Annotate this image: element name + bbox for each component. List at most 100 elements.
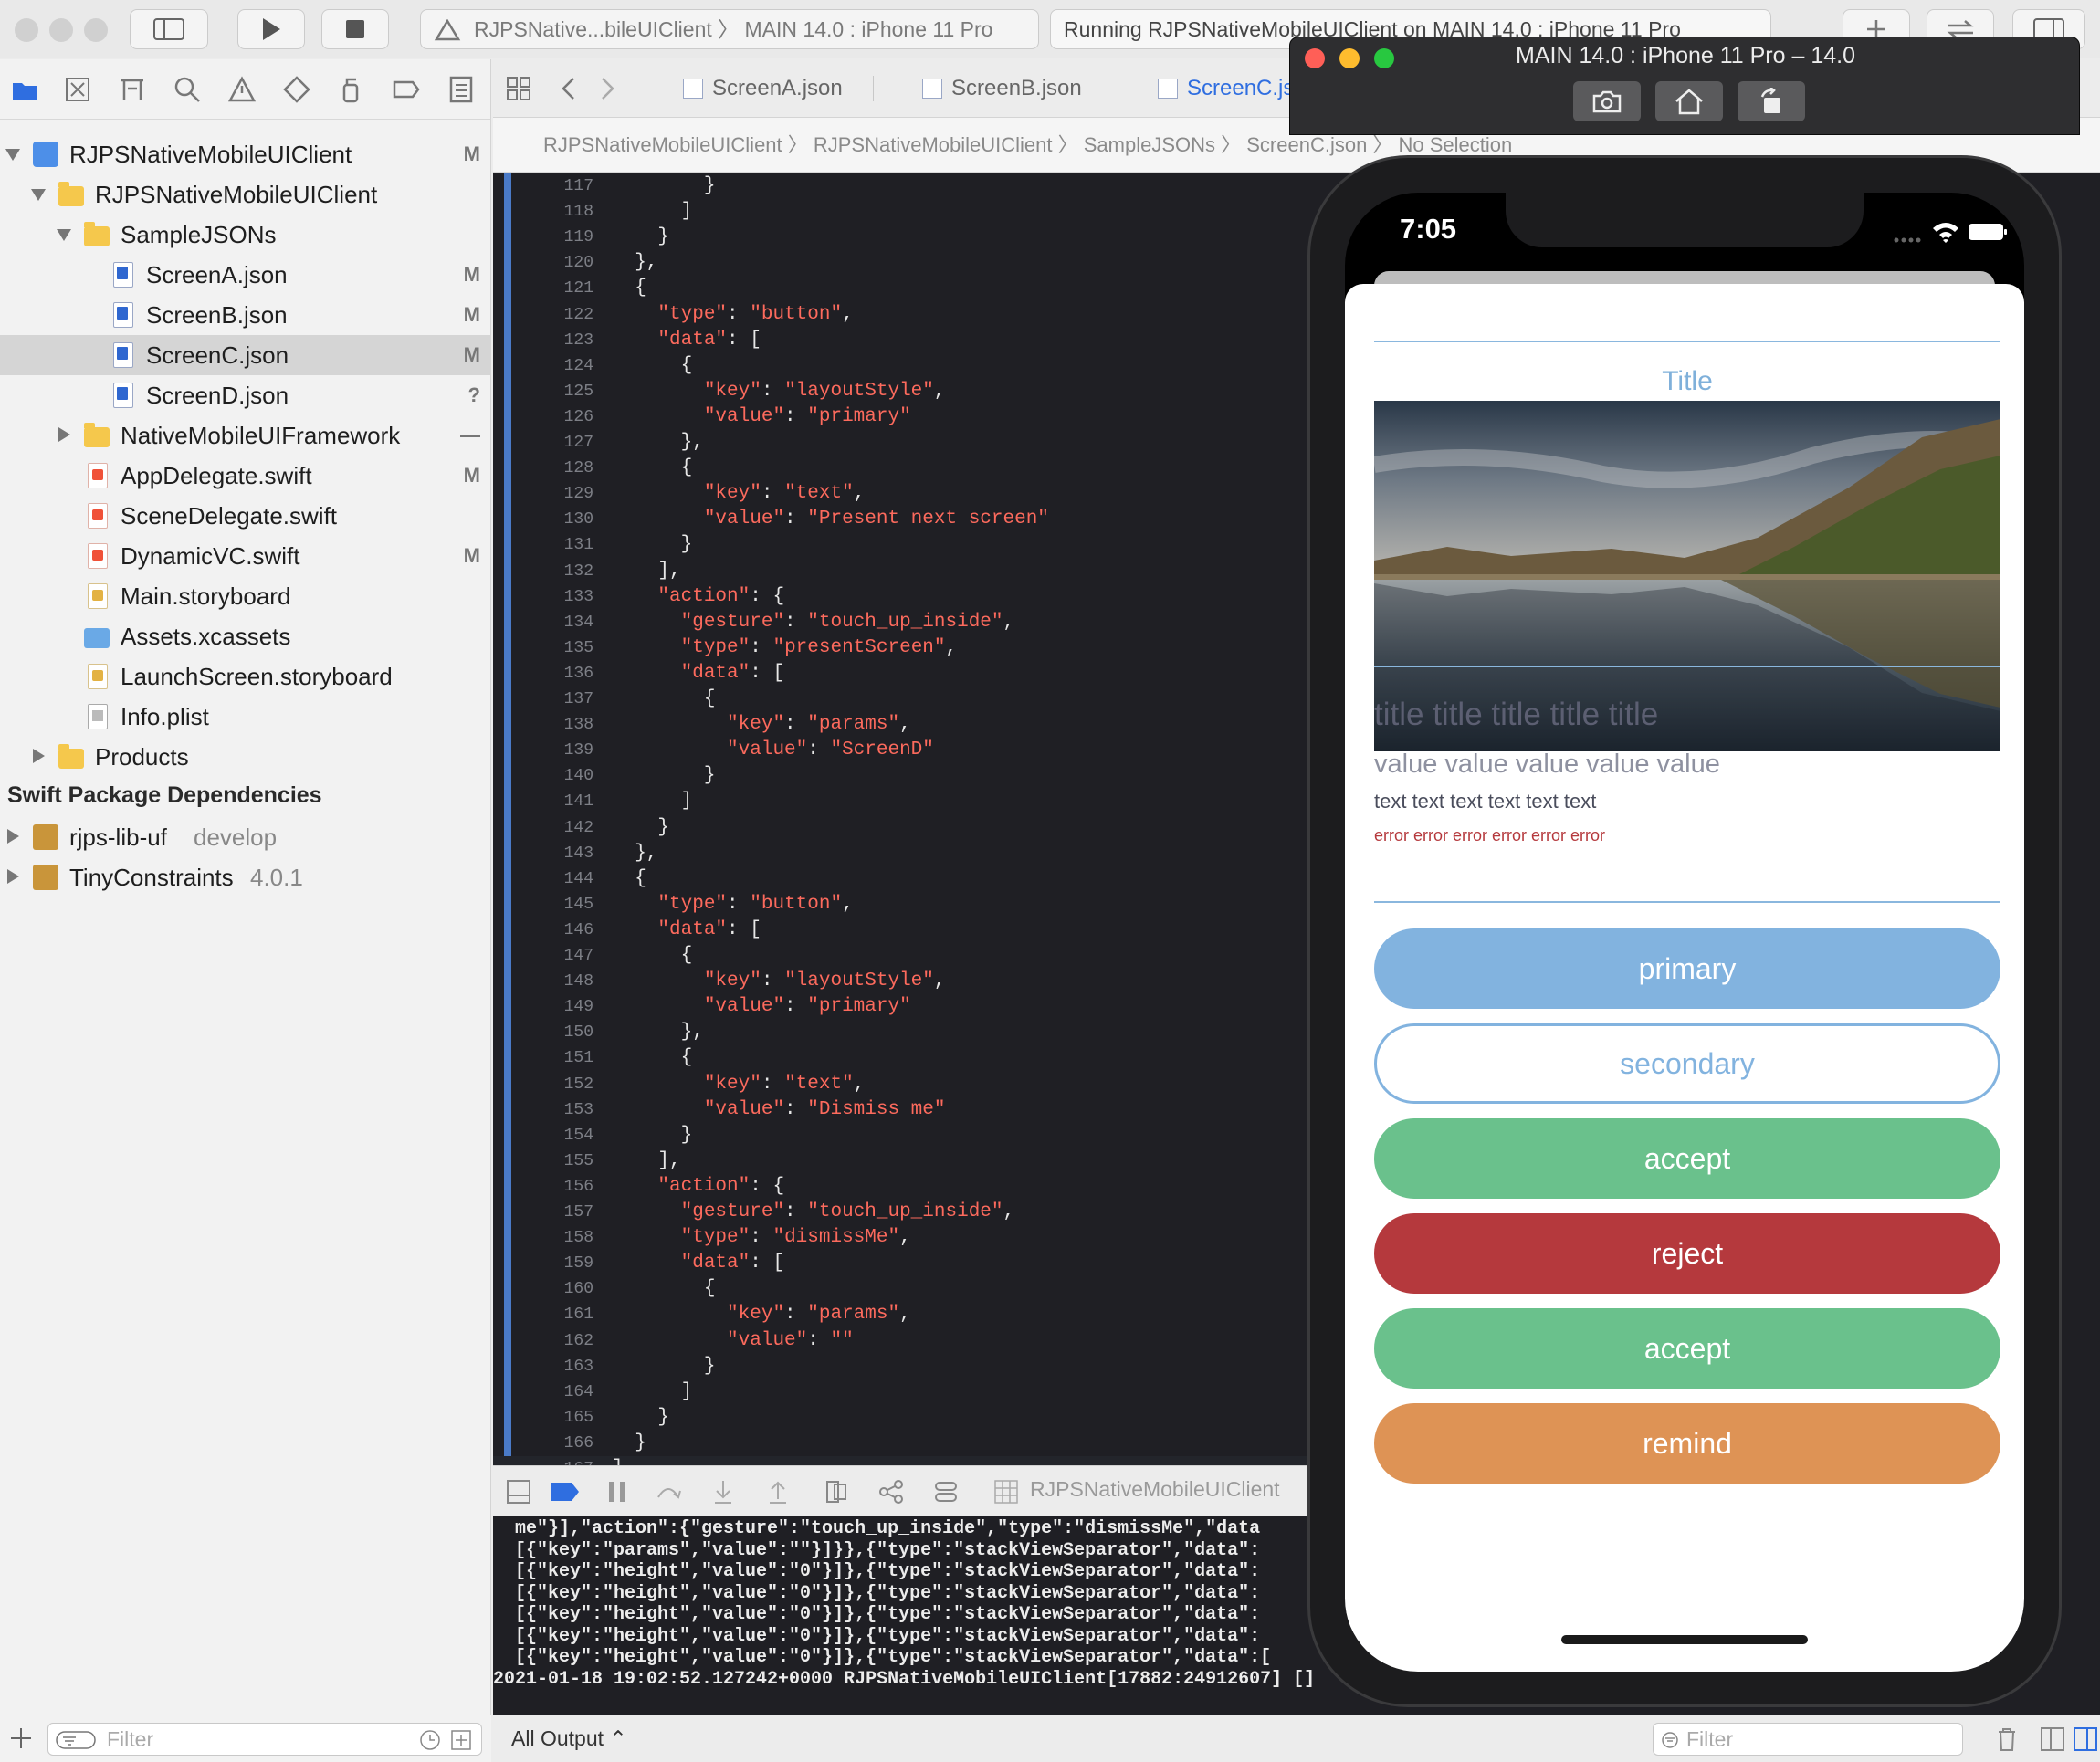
- tree-item-group[interactable]: RJPSNativeMobileUIClient: [0, 174, 491, 215]
- tree-item-screenc[interactable]: ScreenC.json M: [0, 335, 491, 375]
- tab-screenb[interactable]: ScreenB.json: [915, 70, 1082, 107]
- test-diamond-icon[interactable]: [283, 76, 310, 103]
- screenshot-button[interactable]: [1573, 81, 1641, 121]
- breakpoints-toggle-icon[interactable]: [550, 1479, 581, 1505]
- disclosure-open-icon[interactable]: [5, 149, 20, 161]
- line-number: 152: [563, 1075, 593, 1094]
- chevron-right-icon[interactable]: [599, 76, 617, 101]
- search-icon[interactable]: [173, 76, 201, 103]
- tree-item-assets[interactable]: Assets.xcassets: [0, 616, 491, 656]
- disclosure-open-icon[interactable]: [31, 189, 46, 201]
- presented-screen[interactable]: Title title title title title title valu…: [1345, 284, 2024, 1672]
- code-text: "value": "primary": [703, 405, 911, 427]
- tab-screena[interactable]: ScreenA.json: [676, 70, 843, 107]
- navigator-filter-field[interactable]: Filter: [47, 1723, 482, 1756]
- remind-button[interactable]: remind: [1374, 1403, 2000, 1484]
- tree-item-screena[interactable]: ScreenA.json M: [0, 255, 491, 295]
- toggle-navigator-button[interactable]: [130, 9, 208, 49]
- package-version: 4.0.1: [250, 864, 303, 891]
- zoom-window-button[interactable]: [84, 18, 108, 42]
- memory-graph-icon[interactable]: [878, 1479, 904, 1505]
- symbol-icon[interactable]: [119, 76, 146, 103]
- tree-item-products[interactable]: Products: [0, 737, 491, 777]
- code-text: ]: [612, 1380, 693, 1402]
- console-filter-field[interactable]: Filter: [1653, 1723, 1963, 1756]
- tree-item-screenb[interactable]: ScreenB.json M: [0, 295, 491, 335]
- disclosure-closed-icon[interactable]: [7, 869, 19, 884]
- console-line: [{"key":"height","value":"0"}]},{"type":…: [493, 1625, 1261, 1647]
- warning-icon[interactable]: [228, 76, 256, 103]
- line-number: 117: [563, 177, 593, 195]
- code-text: }: [612, 1432, 646, 1453]
- tree-item-project[interactable]: RJPSNativeMobileUIClient M: [0, 134, 491, 174]
- accept-button[interactable]: accept: [1374, 1118, 2000, 1199]
- code-text: "value": "primary": [703, 996, 911, 1018]
- swift-file-icon: [88, 503, 108, 529]
- value-label: value value value value value: [1374, 750, 1720, 779]
- reject-button[interactable]: reject: [1374, 1213, 2000, 1294]
- disclosure-closed-icon[interactable]: [7, 829, 19, 844]
- environment-overrides-icon[interactable]: [933, 1479, 959, 1505]
- output-selector[interactable]: All Output ⌃: [511, 1726, 627, 1751]
- tree-item-label: ScreenA.json: [146, 261, 288, 288]
- package-item[interactable]: TinyConstraints 4.0.1: [0, 857, 491, 897]
- accept-button[interactable]: accept: [1374, 1308, 2000, 1389]
- hide-debug-area-icon[interactable]: [506, 1479, 531, 1505]
- package-item[interactable]: rjps-lib-uf develop: [0, 817, 491, 857]
- plus-icon[interactable]: [9, 1726, 33, 1750]
- report-icon[interactable]: [447, 76, 475, 103]
- chevron-left-icon[interactable]: [559, 76, 577, 101]
- debug-spray-icon[interactable]: [338, 76, 365, 103]
- close-window-button[interactable]: [15, 18, 38, 42]
- step-out-icon[interactable]: [765, 1479, 791, 1505]
- tree-item-infoplist[interactable]: Info.plist: [0, 697, 491, 737]
- console-line: me"}],"action":{"gesture":"touch_up_insi…: [493, 1518, 1261, 1539]
- source-control-icon[interactable]: [64, 76, 91, 103]
- tree-item-scenedelegate[interactable]: SceneDelegate.swift: [0, 496, 491, 536]
- view-hierarchy-icon[interactable]: [824, 1479, 849, 1505]
- tree-item-samplejsons[interactable]: SampleJSONs: [0, 215, 491, 255]
- code-text: "value": "": [727, 1329, 854, 1351]
- tree-item-label: SceneDelegate.swift: [121, 502, 338, 530]
- scheme-selector[interactable]: RJPSNative...bileUIClient 〉 MAIN 14.0 : …: [420, 9, 1039, 49]
- tree-item-launchscreen[interactable]: LaunchScreen.storyboard: [0, 656, 491, 697]
- filter-icon: [1662, 1732, 1678, 1748]
- tree-item-label: ScreenC.json: [146, 341, 289, 369]
- run-button[interactable]: [237, 9, 305, 49]
- tree-item-dynamicvc[interactable]: DynamicVC.swift M: [0, 536, 491, 576]
- iphone-screen[interactable]: 7:05 Title title title title title title…: [1345, 193, 2024, 1672]
- secondary-button[interactable]: secondary: [1374, 1023, 2000, 1104]
- target-grid-icon: [994, 1480, 1018, 1504]
- pause-icon[interactable]: [606, 1479, 628, 1505]
- scm-filter-icon[interactable]: [450, 1729, 472, 1751]
- home-indicator[interactable]: [1561, 1635, 1808, 1644]
- wifi-icon: [1933, 223, 1958, 243]
- recent-files-icon[interactable]: [419, 1729, 441, 1751]
- stop-button[interactable]: [321, 9, 389, 49]
- minimize-window-button[interactable]: [49, 18, 73, 42]
- code-text: "data": [: [657, 918, 761, 940]
- split-right-icon[interactable]: [2073, 1726, 2098, 1752]
- folder-icon[interactable]: [11, 76, 38, 103]
- filter-options-icon[interactable]: [56, 1731, 96, 1749]
- home-button[interactable]: [1655, 81, 1723, 121]
- scm-badge: M: [463, 343, 480, 366]
- rotate-button[interactable]: [1738, 81, 1805, 121]
- tab-screenc[interactable]: ScreenC.js: [1150, 70, 1294, 107]
- step-over-icon[interactable]: [656, 1479, 681, 1505]
- disclosure-open-icon[interactable]: [57, 229, 71, 241]
- related-items-grid-icon[interactable]: [506, 76, 531, 101]
- console-line: [{"key":"height","value":"0"}]},{"type":…: [493, 1561, 1261, 1582]
- tree-item-appdelegate[interactable]: AppDelegate.swift M: [0, 456, 491, 496]
- primary-button[interactable]: primary: [1374, 928, 2000, 1009]
- trash-icon[interactable]: [1996, 1726, 2018, 1752]
- breakpoint-icon[interactable]: [393, 76, 420, 103]
- tree-item-framework[interactable]: NativeMobileUIFramework —: [0, 415, 491, 456]
- tree-item-main-storyboard[interactable]: Main.storyboard: [0, 576, 491, 616]
- line-number: 142: [563, 818, 593, 837]
- disclosure-closed-icon[interactable]: [58, 427, 70, 442]
- split-left-icon[interactable]: [2040, 1726, 2065, 1752]
- tree-item-screend[interactable]: ScreenD.json ?: [0, 375, 491, 415]
- disclosure-closed-icon[interactable]: [33, 749, 45, 763]
- step-into-icon[interactable]: [710, 1479, 736, 1505]
